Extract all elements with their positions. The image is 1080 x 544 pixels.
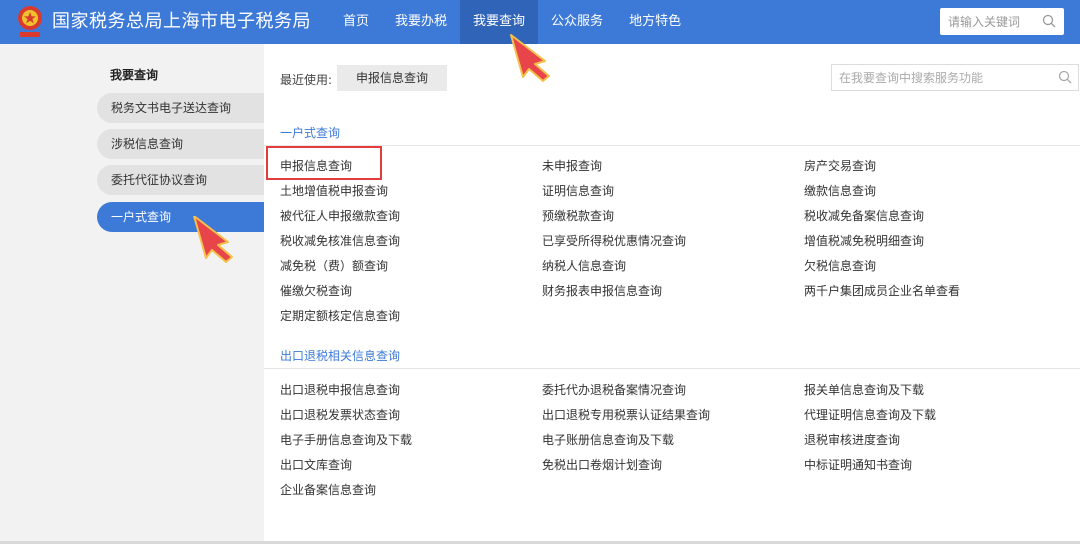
search-icon[interactable]	[1042, 14, 1056, 28]
link-financial-report-query[interactable]: 财务报表申报信息查询	[542, 282, 662, 299]
link-vat-reduction-detail-query[interactable]: 增值税减免税明细查询	[804, 232, 924, 249]
link-group-member-list[interactable]: 两千户集团成员企业名单查看	[804, 282, 960, 299]
highlight-box	[266, 146, 382, 180]
sidebar-heading: 我要查询	[110, 68, 159, 82]
main-search-input[interactable]	[832, 65, 1052, 90]
link-bid-certificate-notice-query[interactable]: 中标证明通知书查询	[804, 456, 912, 473]
section-divider	[264, 368, 1080, 369]
link-reduction-record-query[interactable]: 税收减免备案信息查询	[804, 207, 924, 224]
link-refund-tax-ticket-auth-query[interactable]: 出口退税专用税票认证结果查询	[542, 406, 710, 423]
link-export-invoice-status-query[interactable]: 出口退税发票状态查询	[280, 406, 400, 423]
main-search-box	[831, 64, 1079, 91]
sidebar: 我要查询 税务文书电子送达查询 涉税信息查询 委托代征协议查询 一户式查询	[0, 44, 264, 544]
section-divider	[264, 145, 1080, 146]
header-search-input[interactable]	[940, 8, 1040, 35]
link-reduction-amount-query[interactable]: 减免税（费）额查询	[280, 257, 388, 274]
link-tobacco-export-plan-query[interactable]: 免税出口卷烟计划查询	[542, 456, 662, 473]
link-certificate-query[interactable]: 证明信息查询	[542, 182, 614, 199]
nav-do-tax[interactable]: 我要办税	[382, 0, 460, 44]
link-taxpayer-info-query[interactable]: 纳税人信息查询	[542, 257, 626, 274]
section-title-export-refund: 出口退税相关信息查询	[280, 349, 401, 363]
link-agency-certificate-query[interactable]: 代理证明信息查询及下载	[804, 406, 936, 423]
search-icon[interactable]	[1058, 70, 1072, 84]
link-export-refund-declaration-query[interactable]: 出口退税申报信息查询	[280, 381, 400, 398]
link-income-tax-preference-query[interactable]: 已享受所得税优惠情况查询	[542, 232, 686, 249]
link-payment-info-query[interactable]: 缴款信息查询	[804, 182, 876, 199]
link-reduction-approval-query[interactable]: 税收减免核准信息查询	[280, 232, 400, 249]
link-enterprise-record-query[interactable]: 企业备案信息查询	[280, 481, 376, 498]
link-land-vat-query[interactable]: 土地增值税申报查询	[280, 182, 388, 199]
sidebar-item-doc-delivery[interactable]: 税务文书电子送达查询	[97, 93, 264, 123]
link-fixed-quota-query[interactable]: 定期定额核定信息查询	[280, 307, 400, 324]
tax-emblem-icon[interactable]	[14, 4, 46, 40]
link-prepaid-tax-query[interactable]: 预缴税款查询	[542, 207, 614, 224]
link-refund-review-progress-query[interactable]: 退税审核进度查询	[804, 431, 900, 448]
pointer-hand-icon	[193, 216, 233, 263]
link-overdue-query[interactable]: 催缴欠税查询	[280, 282, 352, 299]
recent-tag[interactable]: 申报信息查询	[337, 65, 447, 91]
site-title: 国家税务总局上海市电子税务局	[52, 11, 311, 32]
nav-local-feature[interactable]: 地方特色	[616, 0, 694, 44]
link-agency-refund-record-query[interactable]: 委托代办退税备案情况查询	[542, 381, 686, 398]
section-title-one-stop: 一户式查询	[280, 126, 341, 140]
link-property-transaction-query[interactable]: 房产交易查询	[804, 157, 876, 174]
sidebar-item-tax-info[interactable]: 涉税信息查询	[97, 129, 264, 159]
nav-home[interactable]: 首页	[330, 0, 382, 44]
link-tax-arrears-query[interactable]: 欠税信息查询	[804, 257, 876, 274]
sidebar-item-agency-agreement[interactable]: 委托代征协议查询	[97, 165, 264, 195]
header-search-box	[940, 8, 1064, 35]
link-export-library-query[interactable]: 出口文库查询	[280, 456, 352, 473]
link-customs-declaration-query[interactable]: 报关单信息查询及下载	[804, 381, 924, 398]
link-undeclared-query[interactable]: 未申报查询	[542, 157, 602, 174]
recent-label: 最近使用:	[280, 73, 333, 87]
link-electronic-ledger-query[interactable]: 电子账册信息查询及下载	[542, 431, 674, 448]
link-agent-payment-query[interactable]: 被代征人申报缴款查询	[280, 207, 400, 224]
link-electronic-manual-query[interactable]: 电子手册信息查询及下载	[280, 431, 412, 448]
